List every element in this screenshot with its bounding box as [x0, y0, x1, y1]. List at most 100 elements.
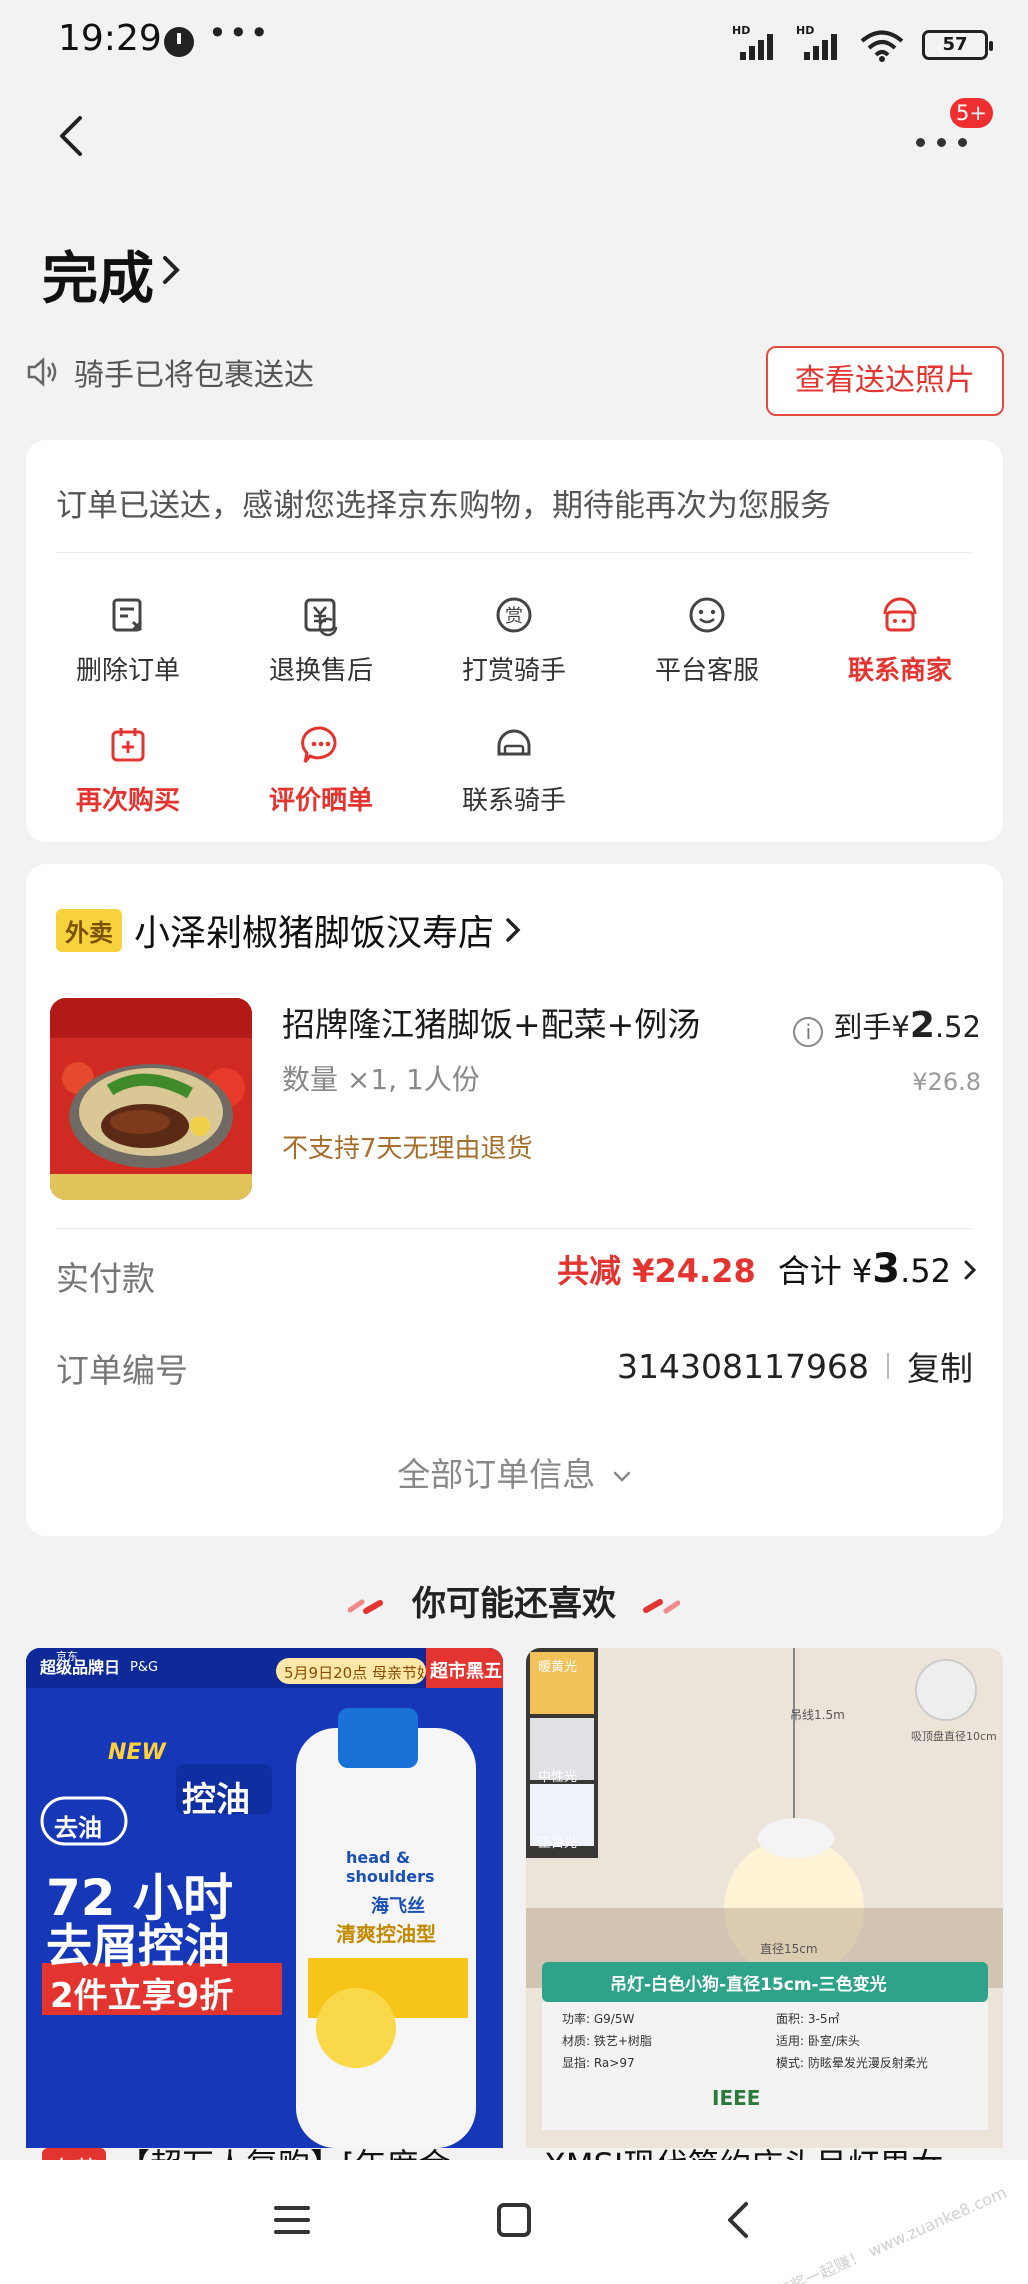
oil-tag-text: 去油 — [54, 1814, 102, 1842]
rebuy-icon — [111, 728, 145, 762]
white-light-label: 正白光 — [538, 1836, 578, 1851]
rider-notice-text: 骑手已将包裹送达 — [74, 358, 314, 393]
merchant-icon — [883, 597, 917, 632]
system-nav-bar: 赚客吧，有奖一起赚！ www.zuanke8.com — [0, 2160, 1028, 2284]
status-bar: 19:29 ••• HD HD 57 — [0, 0, 1028, 84]
delete-order-button[interactable]: 删除订单 — [38, 592, 218, 687]
hd-label: HD — [732, 24, 751, 37]
food-image[interactable] — [50, 998, 252, 1200]
total-amount: 合计 ¥3.52 — [778, 1246, 951, 1292]
review-icon — [301, 726, 337, 763]
speaker-icon — [27, 357, 57, 387]
diameter-label: 直径15cm — [760, 1942, 818, 1956]
neutral-light-label: 中性光 — [538, 1770, 578, 1785]
action-label: 再次购买 — [75, 786, 180, 816]
jd-text: 京东 — [56, 1650, 78, 1663]
warm-light-label: 暖黄光 — [538, 1660, 578, 1675]
action-label: 退换售后 — [268, 656, 373, 686]
total-int: 3 — [872, 1246, 901, 1292]
all-order-info-toggle[interactable]: 全部订单信息 — [26, 1448, 1003, 1496]
battery-icon: 57 — [922, 30, 993, 60]
action-label: 联系骑手 — [461, 786, 566, 816]
product-image — [526, 1648, 1003, 2148]
decoration-icon — [642, 1598, 680, 1613]
recommend-header: 你可能还喜欢 — [0, 1576, 1028, 1625]
back-button[interactable] — [48, 108, 96, 164]
status-time: 19:29 — [58, 18, 162, 59]
action-label: 打赏骑手 — [461, 656, 566, 686]
contact-merchant-button[interactable]: 联系商家 — [810, 592, 990, 687]
bottle-brand-cn: 海飞丝 — [371, 1896, 425, 1917]
home-icon[interactable] — [490, 2196, 538, 2244]
pg-logo-text: P&G — [130, 1660, 159, 1675]
spec-ra: 显指: Ra>97 — [562, 2056, 635, 2070]
order-number-label: 订单编号 — [56, 1351, 188, 1390]
corner-text: 超市黑五 — [430, 1661, 502, 1682]
spec-mode: 模式: 防眩晕发光漫反射柔光 — [776, 2056, 928, 2070]
order-actions-card: 订单已送达，感谢您选择京东购物，期待能再次为您服务 删除订单 退换售后 赏 打赏… — [26, 440, 1003, 842]
total-prefix: 合计 ¥ — [777, 1252, 873, 1290]
wifi-icon — [860, 30, 904, 62]
discount-amount: 共减 ¥24.28 — [557, 1252, 756, 1290]
spec-banner: 吊灯-白色小狗-直径15cm-三色变光 — [610, 1975, 887, 1995]
chevron-left-icon — [60, 116, 82, 156]
copy-button[interactable]: 复制 — [907, 1342, 973, 1390]
review-button[interactable]: 评价晒单 — [231, 722, 411, 817]
order-number-row: 314308117968 复制 — [617, 1342, 973, 1390]
new-text: NEW — [108, 1740, 166, 1765]
no-return-note: 不支持7天无理由退货 — [282, 1134, 533, 1164]
date-text: 5月9日20点 母亲节好礼 — [284, 1664, 424, 1682]
helmet-icon — [497, 729, 531, 756]
buy-again-button[interactable]: 再次购买 — [38, 722, 218, 817]
chevron-down-icon — [613, 1471, 630, 1482]
total-dec: .52 — [900, 1252, 951, 1290]
payment-summary[interactable]: 共减 ¥24.28 合计 ¥3.52 — [557, 1246, 977, 1292]
rider-notice: 骑手已将包裹送达 — [26, 350, 314, 394]
order-status-title[interactable]: 完成 — [42, 234, 154, 315]
action-label: 联系商家 — [847, 656, 952, 686]
all-order-info-label: 全部订单信息 — [397, 1455, 596, 1494]
divider — [56, 1228, 973, 1229]
final-price-dec: .52 — [934, 1010, 981, 1044]
chevron-right-icon — [163, 256, 180, 284]
spec-area: 面积: 3-5㎡ — [776, 2012, 840, 2026]
order-number: 314308117968 — [617, 1346, 869, 1386]
more-notifications-icon: ••• — [208, 14, 271, 52]
final-price-int: 2 — [909, 1005, 935, 1046]
product-card-shampoo[interactable]: 超级品牌日 京东 P&G 5月9日20点 母亲节好礼 超市黑五 去油 NEW 控… — [26, 1648, 503, 2148]
cable-label: 吊线1.5m — [790, 1708, 845, 1722]
message-count-badge: 5+ — [950, 98, 993, 128]
spec-material: 材质: 铁艺+树脂 — [562, 2034, 652, 2048]
refund-button[interactable]: 退换售后 — [231, 592, 411, 687]
platform-service-button[interactable]: 平台客服 — [617, 592, 797, 687]
signal-icon: HD — [796, 24, 842, 60]
paid-label: 实付款 — [56, 1259, 155, 1298]
svg-text:赏: 赏 — [505, 606, 523, 627]
bottle-type: 清爽控油型 — [336, 1922, 436, 1946]
promo-text: 2件立享9折 — [50, 1976, 234, 2016]
action-label: 删除订单 — [75, 656, 180, 686]
original-price: ¥26.8 — [912, 1068, 981, 1096]
contact-rider-button[interactable]: 联系骑手 — [424, 722, 604, 817]
order-item-card: 外卖 小泽剁椒猪脚饭汉寿店 招牌隆江猪脚饭+配菜+例汤 数量 ×1, 1人份 不… — [26, 864, 1003, 1536]
info-icon[interactable]: i — [793, 1017, 824, 1047]
hd-label: HD — [796, 24, 815, 37]
delete-order-icon — [112, 598, 143, 632]
chevron-right-icon — [506, 918, 521, 942]
view-delivery-photo-button[interactable]: 查看送达照片 — [766, 346, 1004, 416]
action-label: 评价晒单 — [268, 786, 373, 816]
item-name[interactable]: 招牌隆江猪脚饭+配菜+例汤 — [282, 998, 700, 1046]
order-detail-page: 19:29 ••• HD HD 57 5+ 完成 骑手已将包裹送达 查看送达照片… — [0, 0, 1028, 2284]
shop-link[interactable]: 外卖 小泽剁椒猪脚饭汉寿店 — [56, 904, 522, 956]
product-card-lamp[interactable]: 暖黄光 中性光 正白光 吊线1.5m 吸顶盘直径10cm 直径15cm 吊灯-白… — [526, 1648, 1003, 2148]
action-label: 平台客服 — [654, 656, 759, 686]
divider — [887, 1353, 889, 1379]
spec-power: 功率: G9/5W — [562, 2012, 635, 2026]
menu-icon[interactable] — [268, 2196, 316, 2244]
takeout-tag: 外卖 — [56, 908, 122, 952]
shop-name: 小泽剁椒猪脚饭汉寿店 — [134, 913, 495, 954]
control-oil-text: 控油 — [182, 1780, 250, 1820]
signal-icon: HD — [732, 24, 778, 60]
back-nav-icon[interactable] — [716, 2196, 764, 2244]
reward-rider-button[interactable]: 赏 打赏骑手 — [424, 592, 604, 687]
